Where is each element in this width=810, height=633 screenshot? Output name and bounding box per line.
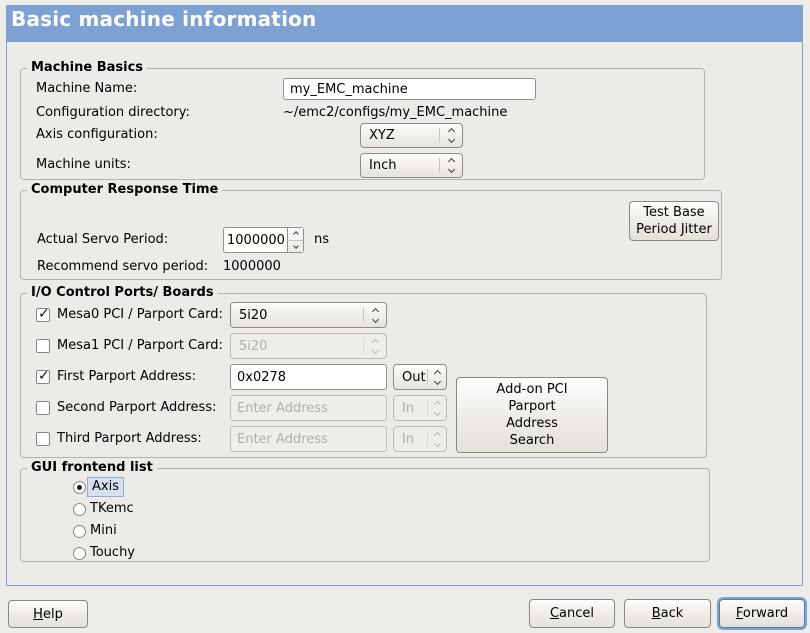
third-parport-checkbox[interactable] bbox=[36, 432, 50, 446]
combo-chevrons-icon bbox=[428, 433, 446, 446]
third-parport-direction-combobox: In bbox=[393, 426, 447, 452]
radio-touchy-label[interactable]: Touchy bbox=[90, 545, 135, 561]
servo-period-spinner bbox=[223, 227, 304, 253]
combo-chevrons-icon bbox=[364, 309, 386, 322]
mesa1-checkbox[interactable] bbox=[36, 339, 50, 353]
third-parport-label: Third Parport Address: bbox=[57, 431, 202, 447]
mesa0-card-combobox[interactable]: 5i20 bbox=[230, 302, 387, 328]
servo-period-unit: ns bbox=[314, 232, 329, 248]
cancel-button[interactable]: Cancel bbox=[529, 599, 615, 628]
first-parport-label: First Parport Address: bbox=[57, 369, 196, 385]
spin-up-icon[interactable] bbox=[288, 228, 303, 241]
machine-units-value: Inch bbox=[361, 158, 439, 173]
radio-mini-label[interactable]: Mini bbox=[90, 523, 117, 539]
first-parport-direction-combobox[interactable]: Out bbox=[393, 364, 447, 390]
mesa0-checkbox[interactable] bbox=[36, 308, 50, 322]
radio-axis-label[interactable]: Axis bbox=[87, 477, 124, 497]
machine-units-label: Machine units: bbox=[36, 157, 131, 173]
combo-chevrons-icon bbox=[364, 340, 386, 353]
first-parport-address-input[interactable] bbox=[230, 364, 387, 390]
combo-chevrons-icon bbox=[440, 129, 462, 142]
servo-period-label: Actual Servo Period: bbox=[37, 232, 168, 248]
combo-chevrons-icon bbox=[428, 402, 446, 415]
axis-config-value: XYZ bbox=[361, 128, 439, 143]
mesa0-card-value: 5i20 bbox=[231, 308, 363, 323]
axis-config-combobox[interactable]: XYZ bbox=[360, 123, 463, 148]
second-parport-direction-combobox: In bbox=[393, 395, 447, 421]
config-dir-label: Configuration directory: bbox=[36, 105, 190, 121]
second-parport-address-input bbox=[230, 395, 387, 421]
machine-basics-title: Machine Basics bbox=[27, 60, 147, 76]
io-ports-title: I/O Control Ports/ Boards bbox=[27, 285, 218, 301]
machine-units-combobox[interactable]: Inch bbox=[360, 153, 463, 178]
machine-name-input[interactable] bbox=[283, 78, 536, 100]
second-parport-label: Second Parport Address: bbox=[57, 400, 216, 416]
wizard-window: Basic machine information Machine Basics… bbox=[0, 0, 810, 633]
page-title: Basic machine information bbox=[11, 7, 317, 31]
third-parport-address-input bbox=[230, 426, 387, 452]
radio-touchy[interactable] bbox=[73, 547, 86, 560]
radio-tkemc-label[interactable]: TKemc bbox=[90, 501, 134, 517]
combo-chevrons-icon bbox=[428, 371, 446, 384]
spin-down-icon[interactable] bbox=[288, 241, 303, 253]
config-dir-value: ~/emc2/configs/my_EMC_machine bbox=[283, 105, 507, 121]
gui-frontend-title: GUI frontend list bbox=[27, 460, 157, 476]
recommend-period-value: 1000000 bbox=[223, 259, 281, 275]
second-parport-direction-value: In bbox=[394, 401, 427, 416]
radio-tkemc[interactable] bbox=[73, 503, 86, 516]
mesa1-label: Mesa1 PCI / Parport Card: bbox=[57, 338, 223, 354]
recommend-period-label: Recommend servo period: bbox=[37, 259, 208, 275]
mesa1-card-value: 5i20 bbox=[231, 339, 363, 354]
first-parport-direction-value: Out bbox=[394, 370, 427, 385]
radio-mini[interactable] bbox=[73, 525, 86, 538]
mesa1-card-combobox: 5i20 bbox=[230, 333, 387, 359]
mesa0-label: Mesa0 PCI / Parport Card: bbox=[57, 307, 223, 323]
third-parport-direction-value: In bbox=[394, 432, 427, 447]
addon-pci-parport-search-button[interactable]: Add-on PCI Parport Address Search bbox=[456, 377, 608, 453]
test-base-period-jitter-button[interactable]: Test Base Period Jitter bbox=[629, 201, 719, 241]
back-button[interactable]: Back bbox=[624, 599, 711, 628]
response-time-title: Computer Response Time bbox=[27, 182, 222, 198]
machine-name-label: Machine Name: bbox=[36, 81, 137, 97]
combo-chevrons-icon bbox=[440, 159, 462, 172]
second-parport-checkbox[interactable] bbox=[36, 401, 50, 415]
forward-button[interactable]: Forward bbox=[719, 599, 805, 628]
radio-axis[interactable] bbox=[73, 481, 86, 494]
help-button[interactable]: Help bbox=[8, 600, 88, 628]
first-parport-checkbox[interactable] bbox=[36, 370, 50, 384]
spinner-arrows bbox=[287, 228, 303, 252]
servo-period-input[interactable] bbox=[224, 228, 287, 252]
axis-config-label: Axis configuration: bbox=[36, 127, 158, 143]
